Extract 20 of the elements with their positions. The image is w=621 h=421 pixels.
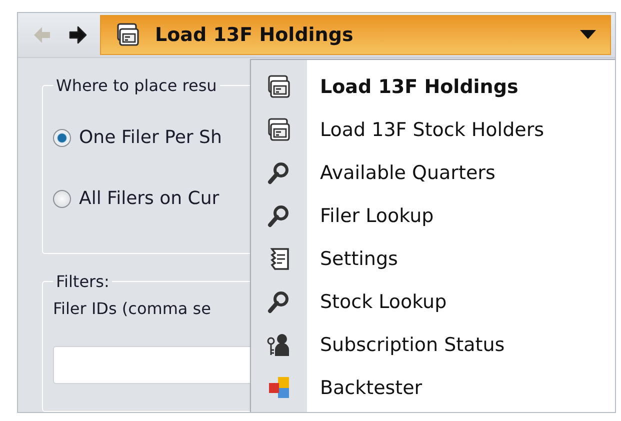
search-icon [267, 160, 291, 184]
backtester-icon [266, 374, 292, 400]
search-icon [267, 290, 291, 314]
caret-icon [580, 30, 596, 40]
field-label: Filer IDs (comma se [53, 299, 211, 318]
menu-item[interactable]: Settings [251, 237, 615, 280]
module-dropdown[interactable]: Load 13F Holdings [100, 15, 611, 55]
module-icon [266, 74, 292, 100]
right-arrow-icon [68, 25, 88, 45]
menu-item[interactable]: Load 13F Holdings [251, 65, 615, 108]
search-icon [267, 204, 291, 228]
menu-item[interactable]: Subscription Status [251, 323, 615, 366]
module-icon [266, 116, 292, 142]
menu-item[interactable]: Stock Lookup [251, 280, 615, 323]
group-legend: Filters: [53, 272, 112, 291]
group-legend: Where to place resu [53, 76, 220, 95]
module-icon [115, 22, 141, 48]
left-arrow-icon [32, 25, 52, 45]
menu-item[interactable]: Backtester [251, 366, 615, 409]
user-key-icon [266, 332, 292, 358]
